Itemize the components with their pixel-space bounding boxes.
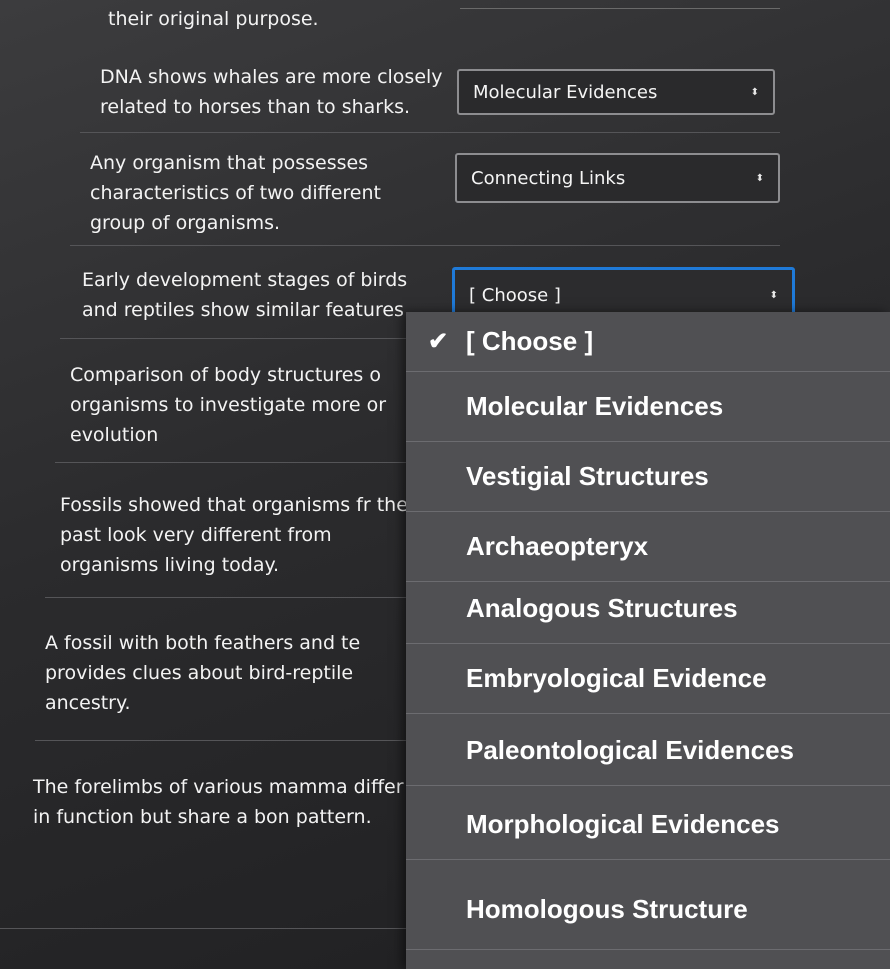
question-0-text: their original purpose.: [108, 8, 319, 30]
row-divider: [70, 245, 780, 246]
option-label: Morphological Evidences: [466, 809, 780, 839]
option-label: Vestigial Structures: [466, 461, 709, 491]
dropdown-option[interactable]: Embryological Evidence: [406, 644, 890, 714]
row-divider: [55, 462, 406, 463]
question-3-text: Early development stages of birds and re…: [82, 269, 408, 321]
row-divider: [0, 928, 406, 929]
option-label: Archaeopteryx: [466, 531, 649, 561]
top-divider: [460, 8, 780, 9]
option-label: [ Choose ]: [466, 326, 594, 356]
dropdown-option[interactable]: Archaeopteryx: [406, 512, 890, 582]
chevron-updown-icon: ⬍: [755, 172, 764, 184]
row-divider: [35, 740, 406, 741]
row-divider: [80, 132, 780, 133]
dropdown-option[interactable]: Paleontological Evidences: [406, 716, 890, 786]
checkmark-icon: ✔: [428, 328, 449, 355]
chevron-updown-icon: ⬍: [769, 289, 778, 301]
question-1-text: DNA shows whales are more closely relate…: [100, 66, 443, 118]
question-1-select-value: Molecular Evidences: [473, 81, 658, 103]
option-label: Paleontological Evidences: [466, 735, 794, 765]
row-divider: [45, 597, 406, 598]
question-2-select-value: Connecting Links: [471, 167, 626, 189]
dropdown-option[interactable]: Analogous Structures: [406, 574, 890, 644]
question-4-text: Comparison of body structures o organism…: [70, 364, 387, 446]
dropdown-option[interactable]: Molecular Evidences: [406, 372, 890, 442]
question-1-select[interactable]: Molecular Evidences ⬍: [457, 69, 775, 115]
option-label: Embryological Evidence: [466, 663, 767, 693]
option-label: Homologous Structure: [466, 894, 748, 924]
question-2-text: Any organism that possesses characterist…: [90, 152, 381, 234]
chevron-updown-icon: ⬍: [750, 86, 759, 98]
question-2-select[interactable]: Connecting Links ⬍: [455, 153, 780, 203]
question-3-select-value: [ Choose ]: [469, 284, 561, 306]
dropdown-option[interactable]: Vestigial Structures: [406, 442, 890, 512]
row-divider: [60, 338, 406, 339]
option-label: Molecular Evidences: [466, 391, 724, 421]
option-label: Analogous Structures: [466, 593, 738, 623]
question-5-text: Fossils showed that organisms fr the pas…: [60, 494, 408, 576]
dropdown-option[interactable]: Morphological Evidences: [406, 790, 890, 860]
question-7-text: The forelimbs of various mamma differ in…: [33, 776, 404, 828]
dropdown-menu[interactable]: ✔ [ Choose ] Molecular Evidences Vestigi…: [406, 312, 890, 969]
dropdown-option[interactable]: Homologous Structure: [406, 870, 890, 950]
dropdown-option[interactable]: ✔ [ Choose ]: [406, 312, 890, 372]
question-6-text: A fossil with both feathers and te provi…: [45, 632, 361, 714]
